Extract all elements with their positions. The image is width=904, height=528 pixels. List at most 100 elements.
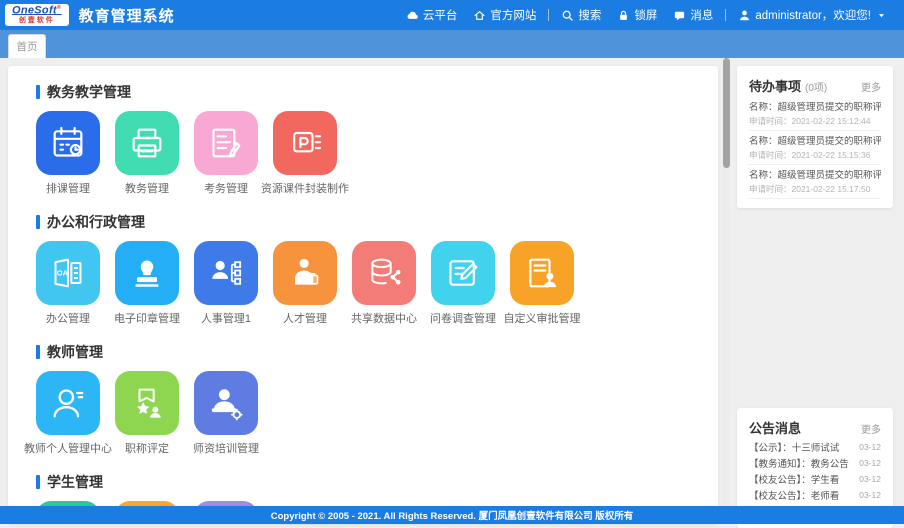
section-title: 教师管理 (47, 342, 103, 362)
app-tile-org[interactable]: 人事管理1 (194, 241, 258, 326)
nav-item-message[interactable]: 消息 (665, 0, 721, 30)
app-tile-label: 人事管理1 (201, 313, 251, 326)
search-icon (561, 9, 574, 22)
caret-icon (877, 11, 886, 20)
nav-item-label: 消息 (690, 7, 713, 23)
todo-item-time: 申请时间：2021-02-22 15:15:36 (749, 150, 881, 160)
app-tile-label: 师资培训管理 (193, 443, 259, 456)
app-tile-label: 资源课件封装制作 (261, 183, 349, 196)
app-tile-label: 教务管理 (125, 183, 169, 196)
app-tile-survey[interactable]: 问卷调查管理 (431, 241, 495, 326)
notice-item[interactable]: 【教务通知】：教务公告03-12 (749, 455, 881, 471)
app-section: 办公和行政管理办公管理 电子印章管理 人事管理1 人才管理共享数据中心问卷调查管理 自定… (36, 212, 690, 326)
nav-item-label: 锁屏 (634, 7, 657, 23)
nav-item-cloud[interactable]: 云平台 (398, 0, 466, 30)
section-header: 教务教学管理 (36, 82, 690, 102)
app-tile-label: 办公管理 (46, 313, 90, 326)
printer-icon (115, 111, 179, 175)
app-section: 教师管理教师个人管理中心职称评定师资培训管理 (36, 342, 690, 456)
person-icon (36, 371, 100, 435)
section-title: 办公和行政管理 (47, 212, 145, 232)
nav-item-label: 搜索 (578, 7, 601, 23)
notice-item[interactable]: 【校友公告】：学生看03-12 (749, 471, 881, 487)
app-tile-calendar[interactable]: 排课管理 (36, 111, 100, 196)
app-tile-ppt[interactable]: 资源课件封装制作 (273, 111, 337, 196)
message-icon (673, 9, 686, 22)
todo-more-link[interactable]: 更多 (861, 79, 881, 94)
exam-icon (194, 111, 258, 175)
stamp-icon (115, 241, 179, 305)
todo-item[interactable]: 名称：超级管理员提交的职称评定申请申请时间：2021-02-22 15:17:5… (749, 165, 881, 199)
calendar-icon (48, 123, 88, 163)
org-icon (194, 241, 258, 305)
talent-icon (273, 241, 337, 305)
app-tile-exam[interactable]: 考务管理 (194, 111, 258, 196)
app-tile-label: 共享数据中心 (351, 313, 417, 326)
user-icon (738, 9, 751, 22)
approval-icon (522, 253, 562, 293)
notice-item-date: 03-12 (855, 458, 881, 468)
app-section: 教务教学管理排课管理教务管理考务管理资源课件封装制作 (36, 82, 690, 196)
app-tile-stamp[interactable]: 电子印章管理 (115, 241, 179, 326)
main-scrollbar[interactable] (722, 58, 730, 506)
app-tile-label: 电子印章管理 (114, 313, 180, 326)
app-tile-label: 排课管理 (46, 183, 90, 196)
todo-item-name: 名称：超级管理员提交的职称评定申请 (749, 102, 881, 114)
app-tile-label: 问卷调查管理 (430, 313, 496, 326)
medal-icon (127, 383, 167, 423)
notice-item-label: 【公示】：十三师试试 (749, 440, 839, 454)
tile-row: 教师个人管理中心职称评定师资培训管理 (36, 371, 690, 456)
ppt-icon (285, 123, 325, 163)
nav-item-search[interactable]: 搜索 (553, 0, 609, 30)
notice-item[interactable]: 【校友公告】：老师看 03-12 (749, 487, 881, 503)
app-tile-database[interactable]: 共享数据中心 (352, 241, 416, 326)
lock-icon (617, 9, 630, 22)
nav-item-lock[interactable]: 锁屏 (609, 0, 665, 30)
logo-text-cn: 创壹软件 (19, 17, 55, 24)
notice-more-link[interactable]: 更多 (861, 421, 881, 436)
printer-icon (127, 123, 167, 163)
todo-panel: 待办事项 (0项) 更多 名称：超级管理员提交的职称评定申请申请时间：2021-… (737, 66, 893, 208)
notice-item-date: 03-12 (855, 490, 881, 500)
oa-icon (48, 253, 88, 293)
survey-icon (443, 253, 483, 293)
notice-title: 公告消息 (749, 418, 801, 437)
tab-home[interactable]: 首页 (8, 34, 46, 58)
app-tile-talent[interactable]: 人才管理 (273, 241, 337, 326)
todo-item-name: 名称：超级管理员提交的职称评定申请 (749, 136, 881, 148)
section-title: 教务教学管理 (47, 82, 131, 102)
ppt-icon (273, 111, 337, 175)
todo-title: 待办事项 (749, 76, 801, 95)
exam-icon (206, 123, 246, 163)
nav-item-home[interactable]: 官方网站 (465, 0, 544, 30)
todo-item-name: 名称：超级管理员提交的职称评定申请 (749, 170, 881, 182)
nav-item-label: 官方网站 (490, 7, 536, 23)
section-accent-bar (36, 85, 40, 99)
notice-item-date: 03-12 (855, 474, 881, 484)
home-icon (473, 9, 486, 22)
notice-item-label: 【校友公告】：老师看 (749, 488, 839, 502)
app-tile-approval[interactable]: 自定义审批管理 (510, 241, 574, 326)
nav-item-label: administrator，欢迎您! (755, 7, 871, 23)
todo-item[interactable]: 名称：超级管理员提交的职称评定申请申请时间：2021-02-22 15:12:4… (749, 97, 881, 131)
app-tile-oa[interactable]: 办公管理 (36, 241, 100, 326)
app-title: 教育管理系统 (79, 5, 175, 26)
scrollbar-thumb[interactable] (723, 58, 730, 168)
section-accent-bar (36, 345, 40, 359)
nav-item-user[interactable]: administrator，欢迎您! (730, 0, 894, 30)
medal-icon (115, 371, 179, 435)
onesoft-logo[interactable]: OneSoft® 创壹软件 (5, 4, 69, 27)
stamp-icon (127, 253, 167, 293)
logo-text-en: OneSoft® (12, 5, 62, 17)
training-icon (206, 383, 246, 423)
approval-icon (510, 241, 574, 305)
app-tile-printer[interactable]: 教务管理 (115, 111, 179, 196)
app-tile-person[interactable]: 教师个人管理中心 (36, 371, 100, 456)
todo-item-time: 申请时间：2021-02-22 15:12:44 (749, 116, 881, 126)
notice-item[interactable]: 【公示】：十三师试试03-12 (749, 439, 881, 455)
todo-item-time: 申请时间：2021-02-22 15:17:50 (749, 184, 881, 194)
todo-item[interactable]: 名称：超级管理员提交的职称评定申请申请时间：2021-02-22 15:15:3… (749, 131, 881, 165)
app-tile-medal[interactable]: 职称评定 (115, 371, 179, 456)
app-tile-label: 考务管理 (204, 183, 248, 196)
app-tile-training[interactable]: 师资培训管理 (194, 371, 258, 456)
